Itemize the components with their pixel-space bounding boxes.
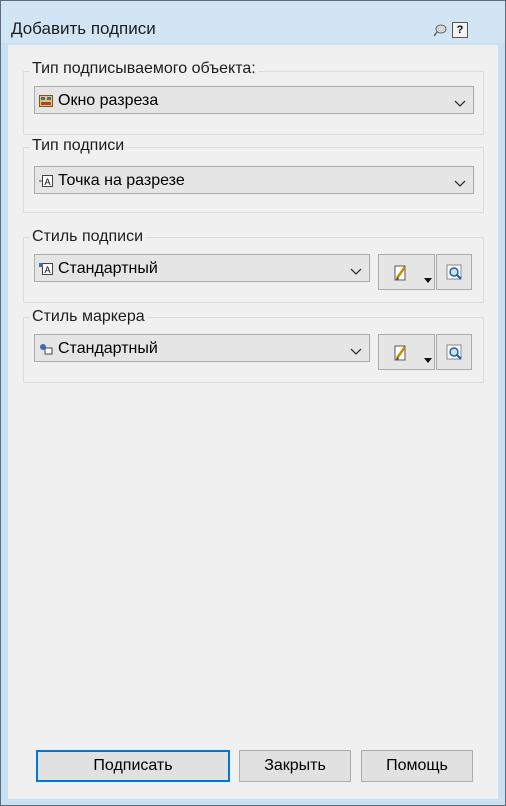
- label-type-dropdown[interactable]: A Точка на разрезе: [34, 166, 474, 194]
- label-style-value: Стандартный: [58, 260, 158, 277]
- marker-style-icon: [39, 342, 53, 355]
- help-question-icon[interactable]: ?: [452, 22, 468, 38]
- magnifier-icon: [446, 344, 464, 367]
- magnifier-icon: [446, 264, 464, 287]
- label-style-icon: A: [39, 262, 53, 275]
- marker-style-preview-button[interactable]: [436, 334, 472, 370]
- pin-icon[interactable]: [433, 23, 447, 37]
- label-style-label: Стиль подписи: [30, 228, 146, 246]
- chevron-down-icon: [454, 175, 466, 187]
- label-style-dropdown[interactable]: A Стандартный: [34, 254, 370, 282]
- label-type-value: Точка на разрезе: [58, 172, 185, 189]
- label-style-preview-button[interactable]: [436, 254, 472, 290]
- close-button[interactable]: Закрыть: [239, 750, 351, 782]
- dialog-window: Добавить подписи ? Тип подписываемого об…: [0, 0, 506, 806]
- label-style-edit-button[interactable]: [378, 254, 435, 290]
- title-bar[interactable]: Добавить подписи ?: [1, 1, 505, 43]
- svg-text:A: A: [44, 265, 50, 275]
- window-title: Добавить подписи: [11, 19, 156, 38]
- label-type-label: Тип подписи: [30, 137, 127, 155]
- svg-text:A: A: [44, 177, 50, 187]
- edit-pencil-icon: [393, 264, 409, 287]
- object-type-dropdown[interactable]: Окно разреза: [34, 86, 474, 114]
- marker-style-label: Стиль маркера: [30, 308, 147, 326]
- label-a-icon: A: [39, 174, 53, 187]
- label-button[interactable]: Подписать: [36, 750, 230, 782]
- chevron-down-icon: [350, 343, 362, 355]
- section-view-icon: [39, 94, 53, 107]
- dropdown-arrow-icon[interactable]: [424, 270, 432, 288]
- marker-style-value: Стандартный: [58, 340, 158, 357]
- help-button[interactable]: Помощь: [361, 750, 473, 782]
- dialog-body: Тип подписываемого объекта: Окно разреза…: [8, 45, 498, 799]
- marker-style-edit-button[interactable]: [378, 334, 435, 370]
- chevron-down-icon: [454, 95, 466, 107]
- object-type-value: Окно разреза: [58, 92, 159, 109]
- marker-style-dropdown[interactable]: Стандартный: [34, 334, 370, 362]
- dropdown-arrow-icon[interactable]: [424, 350, 432, 368]
- edit-pencil-icon: [393, 344, 409, 367]
- chevron-down-icon: [350, 263, 362, 275]
- object-type-label: Тип подписываемого объекта:: [30, 60, 258, 78]
